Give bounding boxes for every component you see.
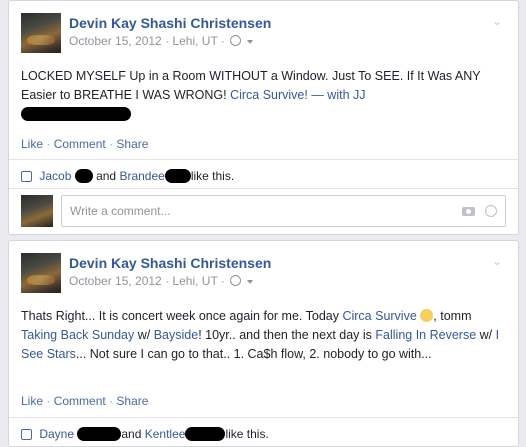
page-link[interactable]: Circa Survive [342, 309, 416, 323]
liker-name[interactable]: Brandee [119, 169, 164, 183]
share-button[interactable]: Share [116, 137, 148, 151]
redacted-name [185, 427, 226, 441]
like-button[interactable]: Like [21, 394, 43, 408]
comment-button[interactable]: Comment [54, 137, 106, 151]
divider [9, 417, 518, 418]
liker-name[interactable]: Dayne [39, 427, 74, 441]
audience-caret-icon[interactable] [246, 280, 253, 284]
post-actions: Like · Comment · Share [21, 137, 149, 151]
post-card: Devin Kay Shashi Christensen October 15,… [8, 240, 519, 447]
comment-placeholder: Write a comment... [70, 204, 171, 218]
comment-input[interactable]: Write a comment... [61, 195, 506, 227]
emoji-icon[interactable] [485, 205, 497, 217]
chevron-down-icon[interactable]: ⌄ [490, 15, 504, 29]
author-avatar[interactable] [21, 253, 61, 293]
likes-summary: Dayne and Kentlee like this. [21, 427, 269, 441]
post-meta: October 15, 2012 · Lehi, UT · [69, 34, 253, 48]
likes-summary: Jacob and Brandee like this. [21, 169, 234, 183]
camera-icon[interactable] [462, 207, 475, 216]
post-location[interactable]: Lehi, UT [172, 34, 217, 48]
like-button[interactable]: Like [21, 137, 43, 151]
commenter-avatar [21, 195, 53, 227]
audience-caret-icon[interactable] [246, 40, 253, 44]
post-card: Devin Kay Shashi Christensen October 15,… [8, 0, 519, 235]
page-link[interactable]: Bayside [154, 328, 198, 342]
author-name[interactable]: Devin Kay Shashi Christensen [69, 255, 271, 271]
thumbs-up-icon [21, 171, 32, 182]
thumbs-up-icon [21, 429, 32, 440]
page-link[interactable]: Taking Back Sunday [21, 328, 134, 342]
post-location[interactable]: Lehi, UT [172, 274, 217, 288]
comment-button[interactable]: Comment [54, 394, 106, 408]
author-name[interactable]: Devin Kay Shashi Christensen [69, 15, 271, 31]
post-actions: Like · Comment · Share [21, 394, 149, 408]
liker-name[interactable]: Kentlee [145, 427, 186, 441]
globe-icon[interactable] [230, 35, 242, 46]
globe-icon[interactable] [230, 275, 242, 286]
author-avatar[interactable] [21, 13, 61, 53]
post-date[interactable]: October 15, 2012 [69, 274, 162, 288]
liker-name[interactable]: Jacob [39, 169, 71, 183]
redacted-name [21, 107, 131, 121]
redacted-name [74, 169, 93, 183]
redacted-name [77, 427, 122, 441]
post-text: Thats Right... It is concert week once a… [21, 309, 500, 361]
redacted-name [164, 169, 191, 183]
smile-emoji-icon [420, 309, 434, 322]
page-link[interactable]: Falling In Reverse [375, 328, 476, 342]
post-date[interactable]: October 15, 2012 [69, 34, 162, 48]
divider [9, 188, 518, 189]
divider [9, 159, 518, 160]
share-button[interactable]: Share [116, 394, 148, 408]
chevron-down-icon[interactable]: ⌄ [490, 255, 504, 269]
post-meta: October 15, 2012 · Lehi, UT · [69, 274, 253, 288]
tagged-link[interactable]: Circa Survive! [230, 88, 308, 102]
post-text: LOCKED MYSELF Up in a Room WITHOUT a Win… [21, 67, 506, 124]
